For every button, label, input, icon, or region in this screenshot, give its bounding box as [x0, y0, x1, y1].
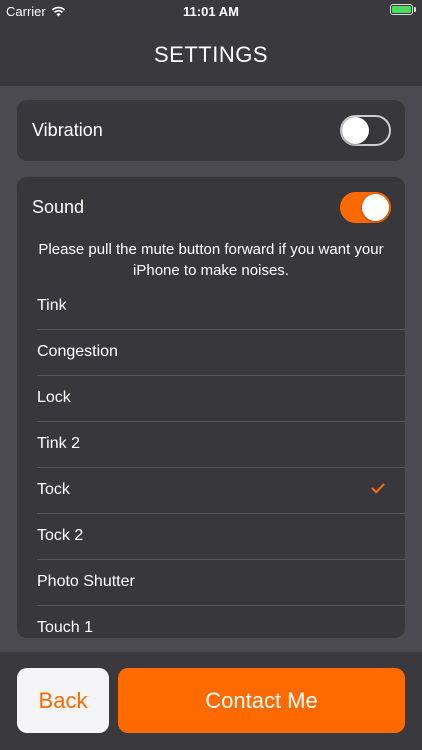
sound-item-tock-2[interactable]: Tock 2: [37, 514, 405, 560]
contact-me-button[interactable]: Contact Me: [118, 668, 405, 733]
vibration-toggle-knob: [342, 117, 369, 144]
page-title: SETTINGS: [153, 42, 268, 67]
sound-item-label: Tink 2: [37, 435, 80, 452]
checkmark-icon: [371, 483, 385, 494]
sound-toggle[interactable]: [340, 192, 391, 223]
sound-label: Sound: [32, 197, 85, 217]
status-bar: Carrier 11:01 AM: [0, 0, 422, 22]
sound-item-tock[interactable]: Tock: [37, 468, 405, 514]
battery-cap: [414, 7, 416, 12]
sound-toggle-knob: [362, 194, 389, 221]
sound-item-tink[interactable]: Tink: [37, 284, 405, 330]
sound-item-label: Touch 1: [37, 619, 94, 636]
back-button[interactable]: Back: [17, 668, 109, 733]
sound-item-label: Tock: [37, 481, 70, 498]
mute-hint-text: Please pull the mute button forward if y…: [38, 241, 384, 279]
sound-item-congestion[interactable]: Congestion: [37, 330, 405, 376]
sound-item-photo-shutter[interactable]: Photo Shutter: [37, 560, 405, 606]
vibration-toggle[interactable]: [340, 115, 391, 146]
battery-icon: [390, 4, 413, 15]
sound-card: Sound Please pull the mute button forwar…: [17, 177, 405, 638]
status-time: 11:01 AM: [183, 4, 239, 19]
sound-item-touch-1[interactable]: Touch 1: [37, 606, 405, 638]
navigation-bar: SETTINGS: [0, 22, 422, 86]
vibration-card: Vibration: [17, 100, 405, 161]
bottom-bar: Back Contact Me: [0, 652, 422, 750]
sound-item-label: Lock: [37, 389, 71, 406]
sound-item-label: Tock 2: [37, 527, 84, 544]
sound-item-label: Photo Shutter: [37, 573, 135, 590]
sound-item-label: Tink: [37, 297, 67, 314]
settings-content[interactable]: Vibration Sound Please pull the mute but…: [0, 86, 422, 652]
sound-item-lock[interactable]: Lock: [37, 376, 405, 422]
sound-item-label: Congestion: [37, 343, 118, 360]
sound-item-tink-2[interactable]: Tink 2: [37, 422, 405, 468]
vibration-label: Vibration: [32, 120, 103, 140]
sound-list[interactable]: Tink Congestion Lock Tink 2 Tock Tock 2: [37, 284, 405, 638]
battery-level: [392, 6, 411, 13]
